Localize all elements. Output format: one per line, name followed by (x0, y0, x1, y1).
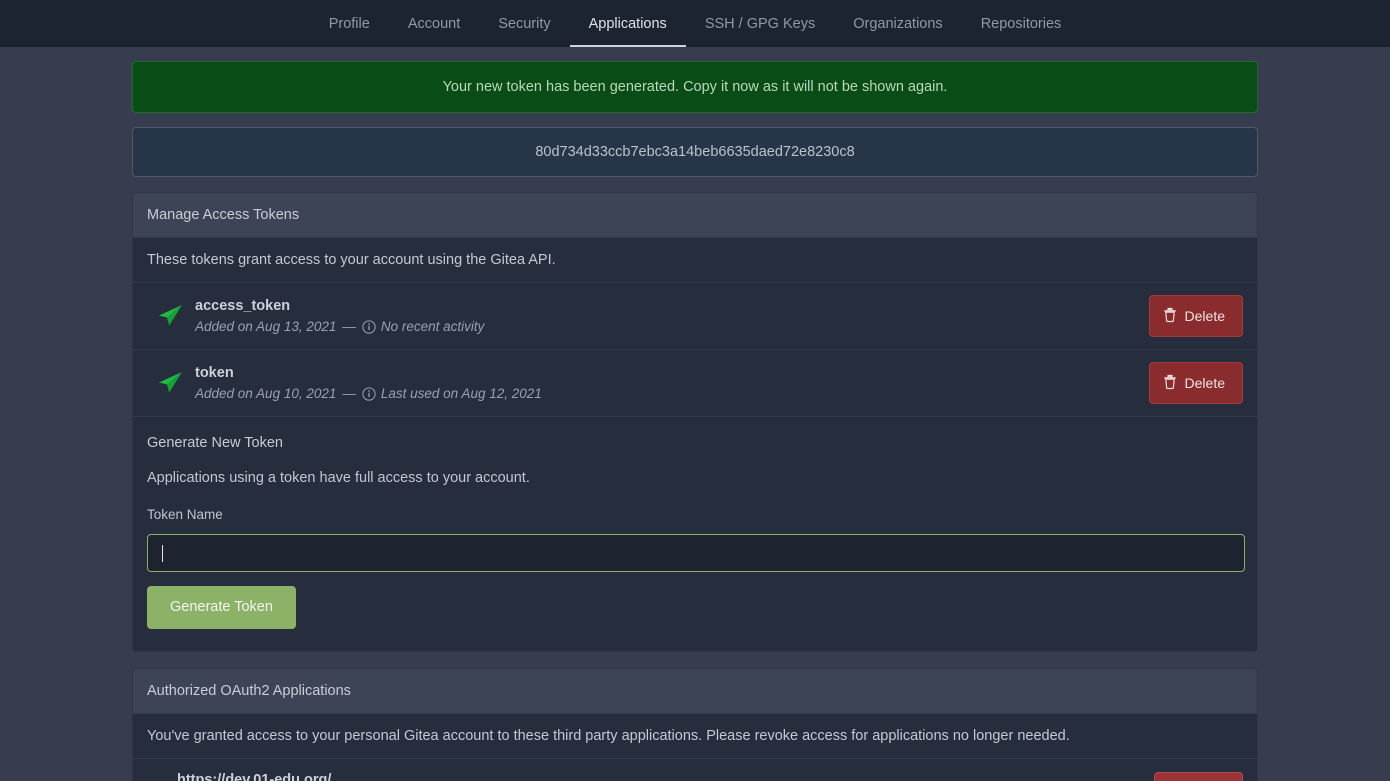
nav-tab-security[interactable]: Security (479, 0, 569, 47)
nav-tab-label: Repositories (980, 15, 1062, 32)
token-name-label: Token Name (147, 507, 223, 522)
token-added-date: Added on Aug 10, 2021 (195, 386, 337, 401)
nav-tab-repositories[interactable]: Repositories (962, 0, 1081, 47)
nav-tab-label: SSH / GPG Keys (704, 15, 816, 32)
authorized-oauth2-header: Authorized OAuth2 Applications (133, 668, 1257, 714)
generate-token-description: Applications using a token have full acc… (147, 470, 530, 486)
card-description-text: You've granted access to your personal G… (147, 727, 1070, 744)
content-column: Your new token has been generated. Copy … (132, 61, 1258, 781)
delete-button-label: Delete (1184, 308, 1225, 324)
meta-separator: — (342, 386, 356, 401)
nav-tab-label: Organizations (853, 15, 943, 32)
token-meta: Added on Aug 10, 2021 — Last used on Aug… (195, 386, 1149, 401)
generate-token-button-label: Generate Token (170, 599, 273, 615)
list-item: https://dev.01-edu.org/ Added on Aug 10,… (133, 759, 1257, 781)
nav-tab-ssh-gpg-keys[interactable]: SSH / GPG Keys (686, 0, 834, 47)
token-name-input[interactable] (147, 534, 1245, 572)
nav-tab-applications[interactable]: Applications (569, 0, 687, 47)
nav-tab-profile[interactable]: Profile (310, 0, 389, 47)
token-added-date: Added on Aug 13, 2021 (195, 319, 337, 334)
oauth-app-info: https://dev.01-edu.org/ Added on Aug 10,… (177, 772, 1154, 781)
manage-access-tokens-header: Manage Access Tokens (133, 193, 1257, 238)
revoke-button[interactable]: Revoke (1153, 771, 1243, 781)
token-name: access_token (195, 298, 291, 314)
row-actions: Revoke (1153, 771, 1243, 781)
card-header-label: Manage Access Tokens (147, 207, 300, 223)
oauth-app-url[interactable]: https://dev.01-edu.org/ (177, 772, 1154, 781)
table-row: token Added on Aug 10, 2021 — Last used … (133, 350, 1257, 417)
table-row: access_token Added on Aug 13, 2021 — No … (133, 283, 1257, 350)
page-container: Your new token has been generated. Copy … (0, 47, 1390, 781)
token-name: token (195, 365, 234, 381)
token-info: token Added on Aug 10, 2021 — Last used … (193, 365, 1149, 401)
generate-token-form: Generate New Token Applications using a … (133, 417, 1257, 651)
token-activity: No recent activity (380, 319, 485, 334)
manage-access-tokens-card: Manage Access Tokens These tokens grant … (132, 192, 1258, 652)
generate-token-title: Generate New Token (147, 435, 283, 451)
delete-token-button[interactable]: Delete (1148, 295, 1243, 337)
delete-button-label: Delete (1184, 375, 1225, 391)
generated-token-value: 80d734d33ccb7ebc3a14beb6635daed72e8230c8 (535, 144, 855, 160)
card-description-text: These tokens grant access to your accoun… (147, 252, 556, 268)
token-info: access_token Added on Aug 13, 2021 — No … (193, 298, 1149, 334)
nav-tab-label: Account (407, 15, 461, 32)
authorized-oauth2-description: You've granted access to your personal G… (133, 714, 1257, 759)
banner-message: Your new token has been generated. Copy … (442, 79, 948, 95)
token-activity: Last used on Aug 12, 2021 (380, 386, 542, 401)
info-circle-icon (362, 319, 376, 334)
text-caret (162, 544, 163, 562)
trash-icon (1163, 374, 1177, 392)
trash-icon (1163, 307, 1177, 325)
manage-access-tokens-description: These tokens grant access to your accoun… (133, 238, 1257, 283)
top-navbar: Profile Account Security Applications SS… (0, 0, 1390, 47)
row-actions: Delete (1148, 295, 1243, 337)
nav-tab-organizations[interactable]: Organizations (834, 0, 961, 47)
info-circle-icon (362, 386, 376, 401)
nav-items: Profile Account Security Applications SS… (310, 0, 1081, 47)
nav-tab-label: Applications (588, 15, 667, 32)
nav-tab-account[interactable]: Account (389, 0, 479, 47)
delete-token-button[interactable]: Delete (1148, 362, 1243, 404)
nav-tab-label: Profile (328, 15, 370, 32)
generate-token-button[interactable]: Generate Token (147, 586, 296, 629)
token-meta: Added on Aug 13, 2021 — No recent activi… (195, 319, 1149, 334)
row-actions: Delete (1148, 362, 1243, 404)
generated-token-box[interactable]: 80d734d33ccb7ebc3a14beb6635daed72e8230c8 (132, 127, 1258, 177)
paper-plane-icon (147, 370, 193, 396)
authorized-oauth2-card: Authorized OAuth2 Applications You've gr… (132, 667, 1258, 781)
meta-separator: — (342, 319, 356, 334)
nav-tab-label: Security (498, 15, 551, 32)
token-generated-banner: Your new token has been generated. Copy … (132, 61, 1258, 113)
paper-plane-icon (147, 303, 193, 329)
card-header-label: Authorized OAuth2 Applications (147, 682, 351, 699)
